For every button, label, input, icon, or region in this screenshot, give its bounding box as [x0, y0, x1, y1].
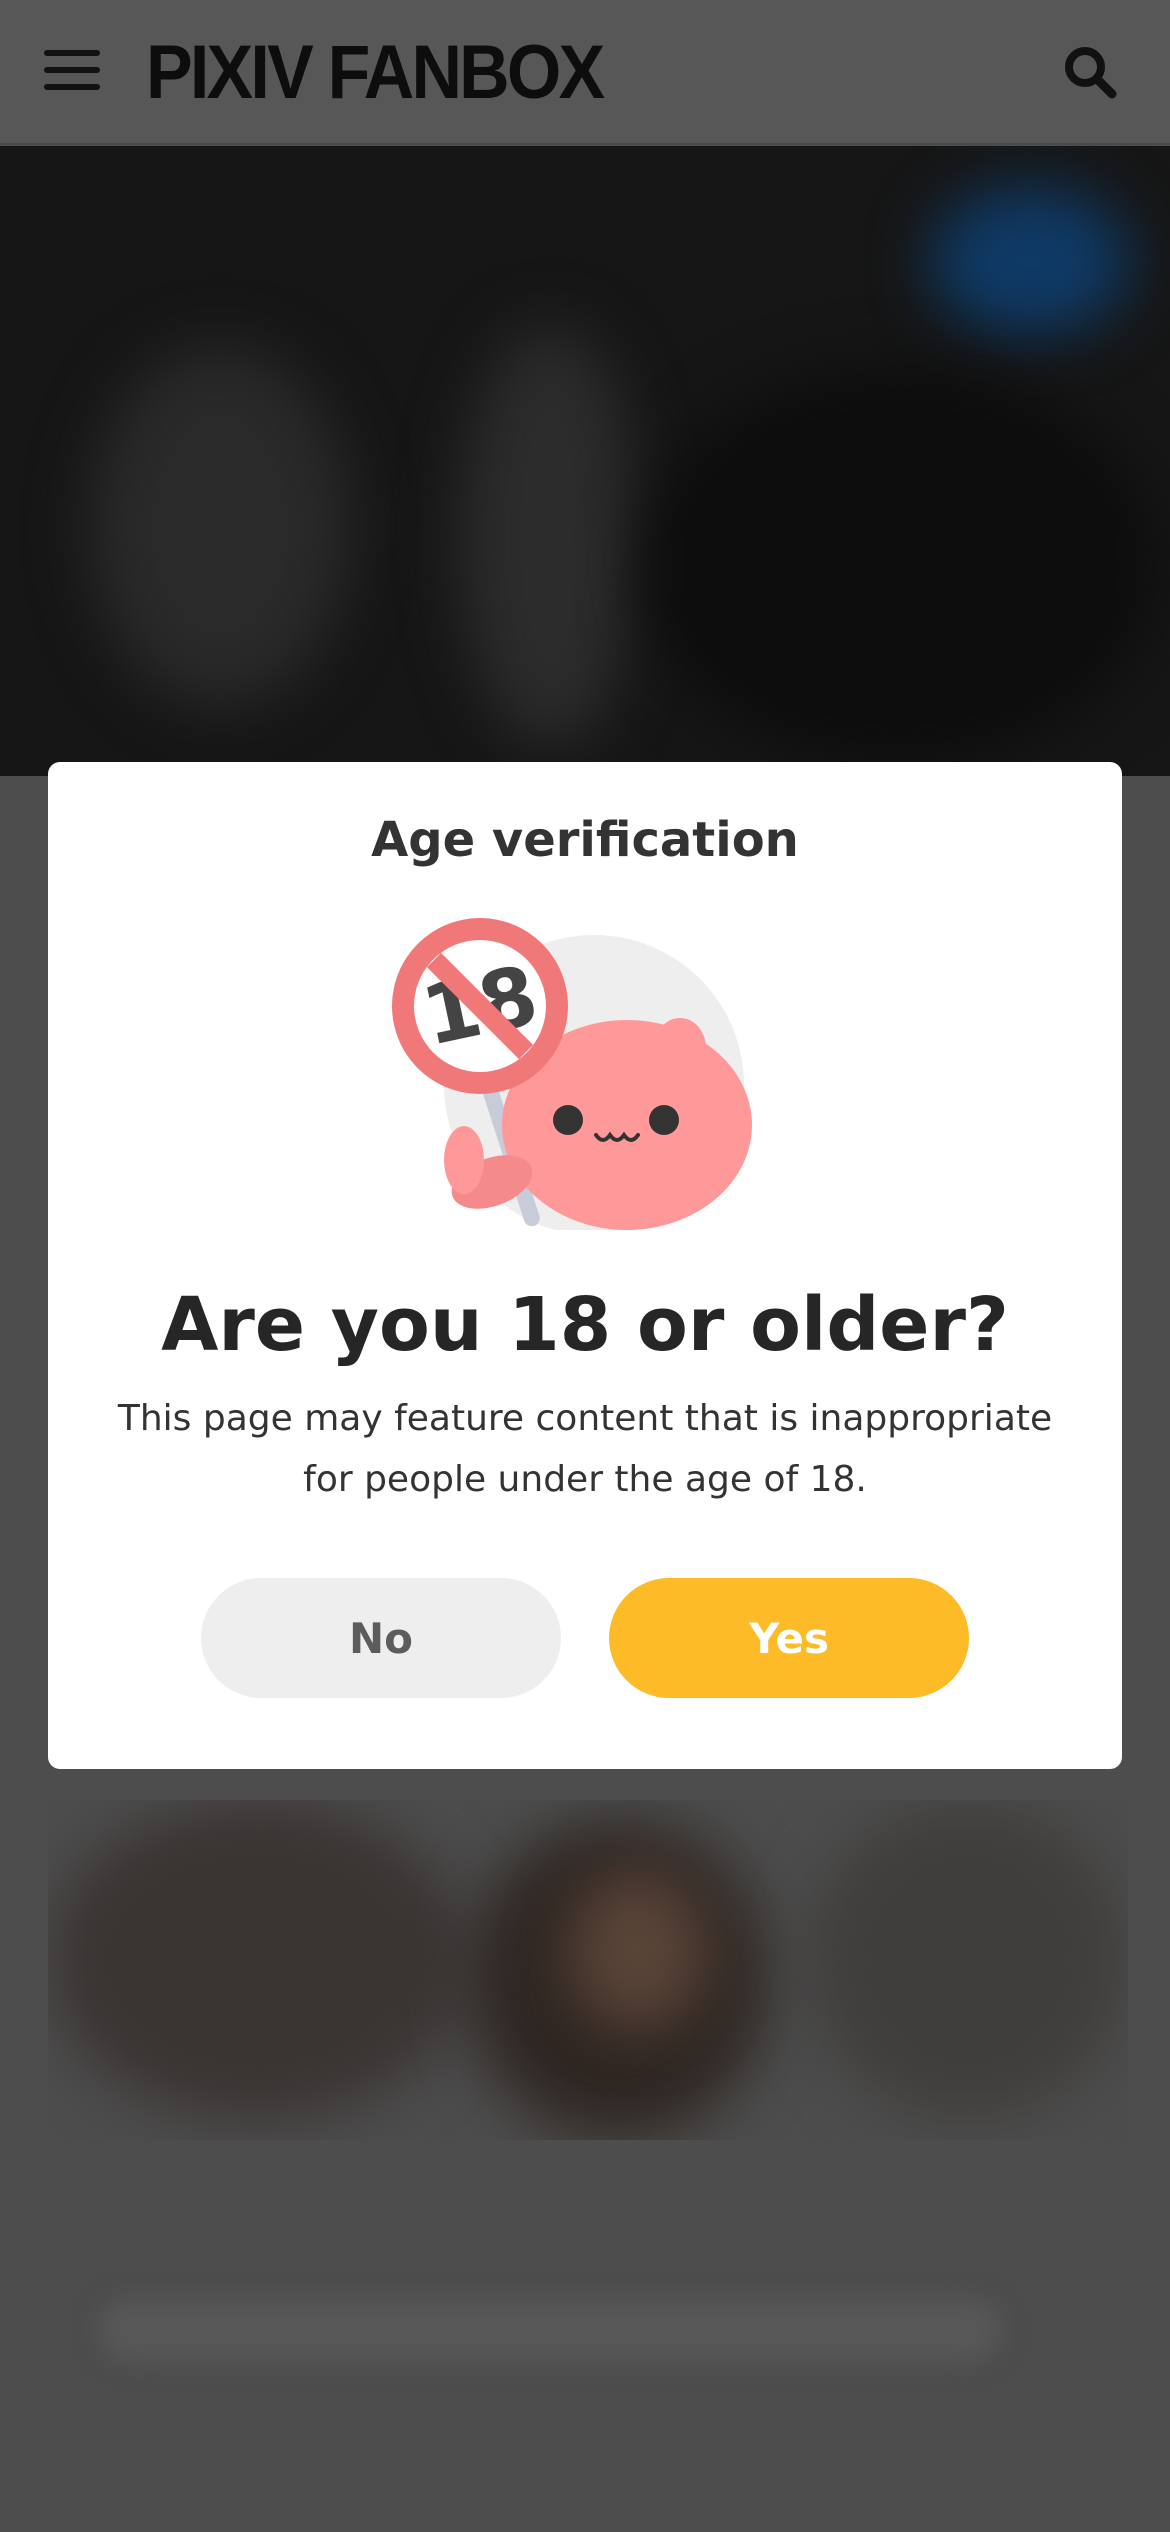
blurred-cover-image — [0, 146, 1170, 776]
age-warning-description: This page may feature content that is in… — [117, 1398, 1053, 1500]
blurred-footer-bar — [100, 2300, 1000, 2360]
dialog-title: Age verification — [371, 812, 799, 868]
age-verification-dialog: Age verification 18 Are you 18 or older? — [48, 762, 1122, 1769]
fanbox-logo[interactable]: PIXIV FANBOX — [146, 28, 605, 118]
age-question-heading: Are you 18 or older? — [161, 1282, 1009, 1368]
no-button[interactable]: No — [201, 1578, 561, 1698]
app-header: PIXIV FANBOX — [0, 0, 1170, 145]
blurred-post-thumbnails — [48, 1800, 1128, 2140]
search-icon[interactable] — [1062, 44, 1118, 100]
mascot-no-under-18-icon: 18 — [382, 910, 762, 1235]
yes-button[interactable]: Yes — [609, 1578, 969, 1698]
hamburger-menu-icon[interactable] — [44, 50, 100, 90]
